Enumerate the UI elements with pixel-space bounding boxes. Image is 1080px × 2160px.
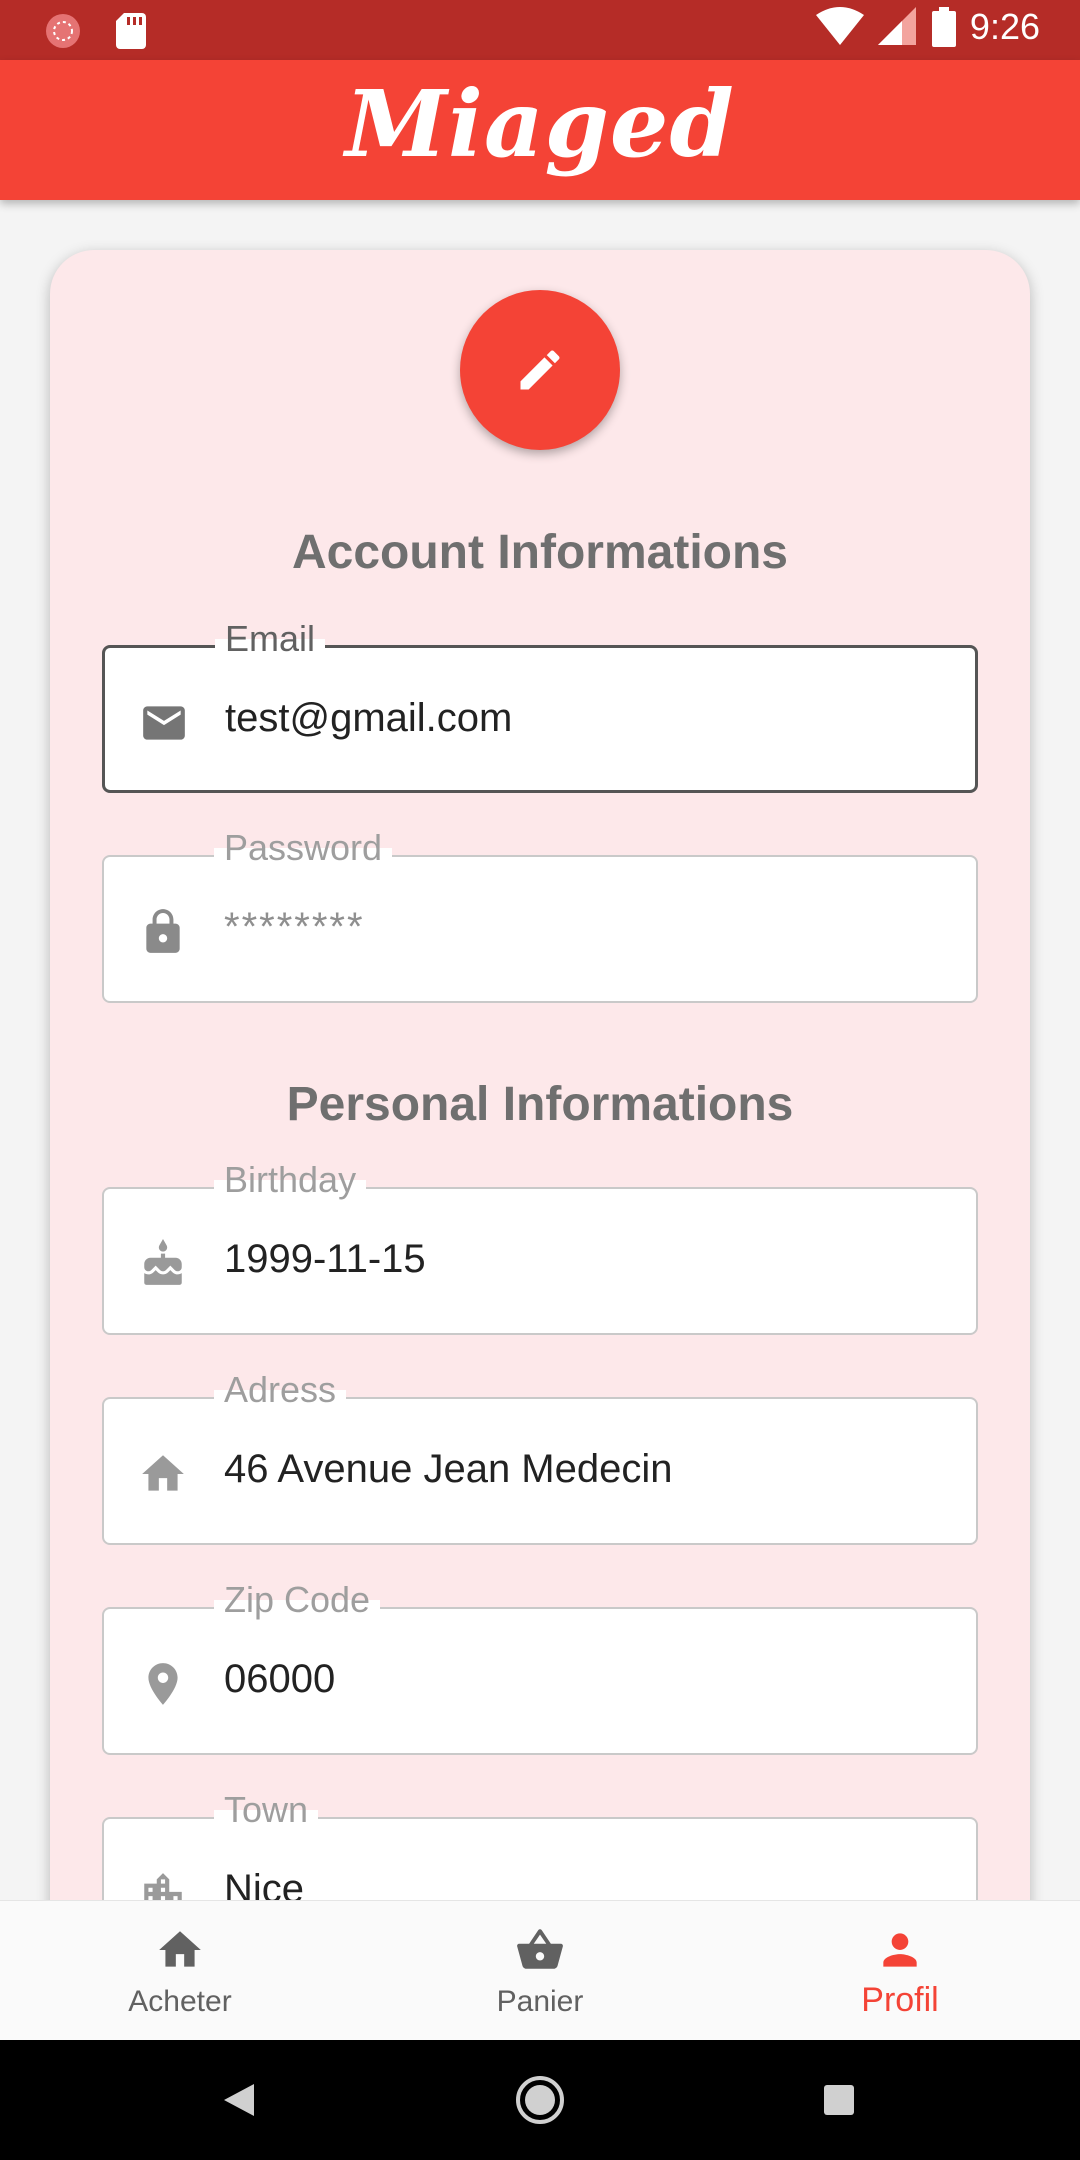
zip-code-label: Zip Code	[214, 1579, 381, 1621]
birthday-field[interactable]: Birthday 1999-11-15	[102, 1159, 978, 1335]
town-value: Nice	[224, 1867, 305, 1900]
pencil-icon	[520, 350, 560, 390]
status-time: 9:26	[969, 6, 1040, 47]
app-title: Miaged	[345, 70, 735, 178]
nav-label-panier: Panier	[496, 1985, 584, 2018]
birthday-value: 1999-11-15	[224, 1237, 426, 1281]
zip-code-field[interactable]: Zip Code 06000	[102, 1579, 978, 1755]
sd-card-icon	[116, 13, 146, 49]
recents-icon[interactable]	[823, 2084, 855, 2116]
zip-code-value: 06000	[224, 1657, 336, 1701]
city-icon	[144, 1873, 182, 1900]
home-icon	[159, 1931, 201, 1967]
signal-icon	[877, 7, 916, 45]
system-navigation-bar	[0, 2040, 1080, 2160]
back-icon[interactable]	[222, 2082, 256, 2118]
town-field[interactable]: Town Nice	[102, 1789, 978, 1900]
address-label: Adress	[214, 1369, 347, 1411]
profile-content[interactable]: Account Informations Email test@gmail.co…	[0, 200, 1080, 1900]
password-field[interactable]: Password ********	[102, 827, 978, 1003]
email-field[interactable]: Email test@gmail.com	[102, 618, 978, 793]
account-section-title: Account Informations	[291, 526, 788, 579]
address-field[interactable]: Adress 46 Avenue Jean Medecin	[102, 1369, 978, 1545]
battery-icon	[931, 7, 956, 47]
nav-label-acheter: Acheter	[128, 1985, 232, 2018]
nav-item-panier[interactable]: Panier	[440, 1901, 640, 2041]
cake-icon	[144, 1239, 182, 1285]
lock-icon	[146, 909, 180, 953]
nav-item-acheter[interactable]: Acheter	[80, 1901, 280, 2041]
location-pin-icon	[148, 1663, 178, 1705]
home-icon	[142, 1455, 184, 1491]
password-label: Password	[214, 827, 393, 869]
nav-item-profil[interactable]: Profil	[800, 1901, 1000, 2041]
bottom-navigation: Acheter Panier Profil	[0, 1900, 1080, 2040]
status-bar: 9:26	[0, 0, 1080, 60]
personal-section-title: Personal Informations	[286, 1078, 794, 1131]
town-label: Town	[214, 1789, 319, 1831]
profile-card: Account Informations Email test@gmail.co…	[50, 250, 1030, 1900]
edit-profile-button[interactable]	[460, 290, 620, 450]
mail-icon	[143, 706, 185, 740]
notification-spinner-icon	[46, 14, 80, 48]
basket-icon	[517, 1929, 563, 1969]
password-value: ********	[224, 905, 365, 949]
app-bar: Miaged	[0, 60, 1080, 200]
email-label: Email	[215, 618, 326, 660]
nav-label-profil: Profil	[861, 1981, 939, 2019]
wifi-icon	[815, 7, 864, 45]
email-value: test@gmail.com	[225, 696, 513, 740]
home-button-icon[interactable]	[515, 2075, 565, 2125]
person-icon	[883, 1933, 917, 1967]
birthday-label: Birthday	[214, 1159, 367, 1201]
address-value: 46 Avenue Jean Medecin	[224, 1447, 673, 1491]
